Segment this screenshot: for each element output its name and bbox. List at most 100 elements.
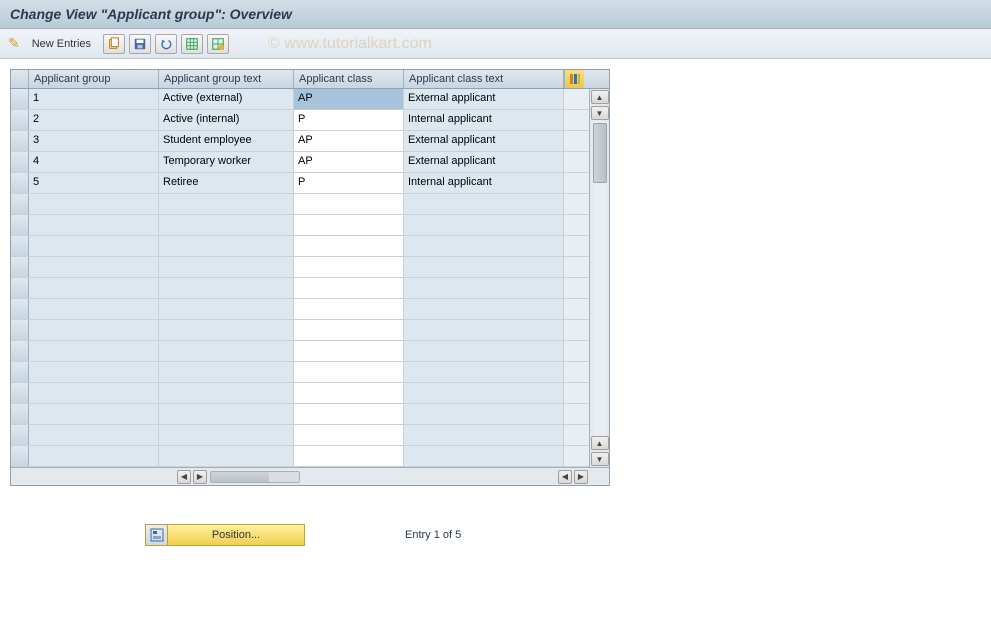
cell-group[interactable] bbox=[29, 236, 159, 256]
cell-class[interactable]: AP bbox=[294, 152, 404, 172]
cell-group-text[interactable] bbox=[159, 425, 294, 445]
cell-class[interactable] bbox=[294, 278, 404, 298]
col-header-class-text[interactable]: Applicant class text bbox=[404, 70, 564, 88]
row-selector[interactable] bbox=[11, 131, 29, 151]
cell-class-text[interactable] bbox=[404, 362, 564, 382]
row-selector[interactable] bbox=[11, 194, 29, 214]
scroll-right-button[interactable]: ▶ bbox=[193, 470, 207, 484]
scroll-up-button[interactable]: ▲ bbox=[591, 90, 609, 104]
horizontal-scrollbar[interactable]: ◀ ▶ ◀ ▶ bbox=[11, 467, 609, 485]
scroll-up-button-2[interactable]: ▲ bbox=[591, 436, 609, 450]
row-selector[interactable] bbox=[11, 257, 29, 277]
scroll-left-button[interactable]: ◀ bbox=[177, 470, 191, 484]
cell-class-text[interactable] bbox=[404, 320, 564, 340]
undo-button[interactable] bbox=[155, 34, 177, 54]
cell-class-text[interactable]: External applicant bbox=[404, 152, 564, 172]
cell-group[interactable]: 4 bbox=[29, 152, 159, 172]
copy-button[interactable] bbox=[103, 34, 125, 54]
cell-class-text[interactable] bbox=[404, 383, 564, 403]
cell-group-text[interactable]: Student employee bbox=[159, 131, 294, 151]
cell-class[interactable] bbox=[294, 341, 404, 361]
position-button[interactable]: Position... bbox=[145, 524, 305, 546]
row-selector-header[interactable] bbox=[11, 70, 29, 88]
cell-group-text[interactable] bbox=[159, 299, 294, 319]
hscroll-thumb[interactable] bbox=[211, 472, 269, 482]
scroll-right-button-2[interactable]: ▶ bbox=[574, 470, 588, 484]
cell-group-text[interactable] bbox=[159, 215, 294, 235]
cell-class-text[interactable] bbox=[404, 215, 564, 235]
cell-class[interactable]: P bbox=[294, 173, 404, 193]
cell-class-text[interactable] bbox=[404, 194, 564, 214]
cell-class[interactable] bbox=[294, 320, 404, 340]
new-entries-button[interactable]: New Entries bbox=[24, 38, 99, 50]
cell-group[interactable] bbox=[29, 257, 159, 277]
cell-class-text[interactable] bbox=[404, 236, 564, 256]
row-selector[interactable] bbox=[11, 320, 29, 340]
row-selector[interactable] bbox=[11, 89, 29, 109]
cell-class[interactable] bbox=[294, 446, 404, 466]
col-header-class[interactable]: Applicant class bbox=[294, 70, 404, 88]
cell-class-text[interactable]: Internal applicant bbox=[404, 173, 564, 193]
col-header-group[interactable]: Applicant group bbox=[29, 70, 159, 88]
row-selector[interactable] bbox=[11, 278, 29, 298]
scroll-track[interactable] bbox=[593, 121, 607, 435]
cell-group[interactable] bbox=[29, 404, 159, 424]
cell-class[interactable] bbox=[294, 194, 404, 214]
vertical-scrollbar[interactable]: ▲ ▼ ▲ ▼ bbox=[589, 89, 609, 467]
scroll-down-button[interactable]: ▼ bbox=[591, 106, 609, 120]
row-selector[interactable] bbox=[11, 425, 29, 445]
column-config-button[interactable] bbox=[564, 70, 584, 88]
cell-group[interactable] bbox=[29, 341, 159, 361]
cell-group-text[interactable] bbox=[159, 236, 294, 256]
cell-class[interactable] bbox=[294, 362, 404, 382]
cell-group-text[interactable] bbox=[159, 383, 294, 403]
cell-group[interactable] bbox=[29, 278, 159, 298]
cell-group[interactable] bbox=[29, 362, 159, 382]
cell-class-text[interactable] bbox=[404, 257, 564, 277]
cell-group-text[interactable]: Retiree bbox=[159, 173, 294, 193]
cell-group-text[interactable] bbox=[159, 257, 294, 277]
scroll-down-button-2[interactable]: ▼ bbox=[591, 452, 609, 466]
cell-group[interactable] bbox=[29, 383, 159, 403]
cell-group[interactable] bbox=[29, 425, 159, 445]
cell-group[interactable] bbox=[29, 446, 159, 466]
cell-class-text[interactable] bbox=[404, 425, 564, 445]
cell-class[interactable] bbox=[294, 299, 404, 319]
cell-group[interactable]: 3 bbox=[29, 131, 159, 151]
cell-group-text[interactable] bbox=[159, 362, 294, 382]
cell-group[interactable]: 1 bbox=[29, 89, 159, 109]
select-all-button[interactable] bbox=[181, 34, 203, 54]
cell-class[interactable] bbox=[294, 215, 404, 235]
row-selector[interactable] bbox=[11, 341, 29, 361]
cell-group-text[interactable]: Active (external) bbox=[159, 89, 294, 109]
cell-class[interactable]: AP bbox=[294, 89, 404, 109]
scroll-left-button-2[interactable]: ◀ bbox=[558, 470, 572, 484]
hscroll-track[interactable] bbox=[210, 471, 300, 483]
cell-class[interactable]: P bbox=[294, 110, 404, 130]
cell-class-text[interactable] bbox=[404, 299, 564, 319]
cell-class[interactable] bbox=[294, 257, 404, 277]
row-selector[interactable] bbox=[11, 446, 29, 466]
cell-class-text[interactable]: Internal applicant bbox=[404, 110, 564, 130]
cell-class[interactable] bbox=[294, 425, 404, 445]
cell-group[interactable] bbox=[29, 194, 159, 214]
cell-group[interactable]: 2 bbox=[29, 110, 159, 130]
cell-class-text[interactable] bbox=[404, 404, 564, 424]
col-header-group-text[interactable]: Applicant group text bbox=[159, 70, 294, 88]
row-selector[interactable] bbox=[11, 362, 29, 382]
cell-group-text[interactable] bbox=[159, 446, 294, 466]
cell-group-text[interactable]: Active (internal) bbox=[159, 110, 294, 130]
row-selector[interactable] bbox=[11, 404, 29, 424]
cell-class-text[interactable]: External applicant bbox=[404, 131, 564, 151]
row-selector[interactable] bbox=[11, 236, 29, 256]
row-selector[interactable] bbox=[11, 215, 29, 235]
cell-group-text[interactable] bbox=[159, 320, 294, 340]
cell-group-text[interactable] bbox=[159, 278, 294, 298]
row-selector[interactable] bbox=[11, 173, 29, 193]
cell-class-text[interactable] bbox=[404, 278, 564, 298]
scroll-thumb[interactable] bbox=[593, 123, 607, 183]
cell-class[interactable] bbox=[294, 383, 404, 403]
row-selector[interactable] bbox=[11, 152, 29, 172]
cell-class[interactable]: AP bbox=[294, 131, 404, 151]
save-button[interactable] bbox=[129, 34, 151, 54]
